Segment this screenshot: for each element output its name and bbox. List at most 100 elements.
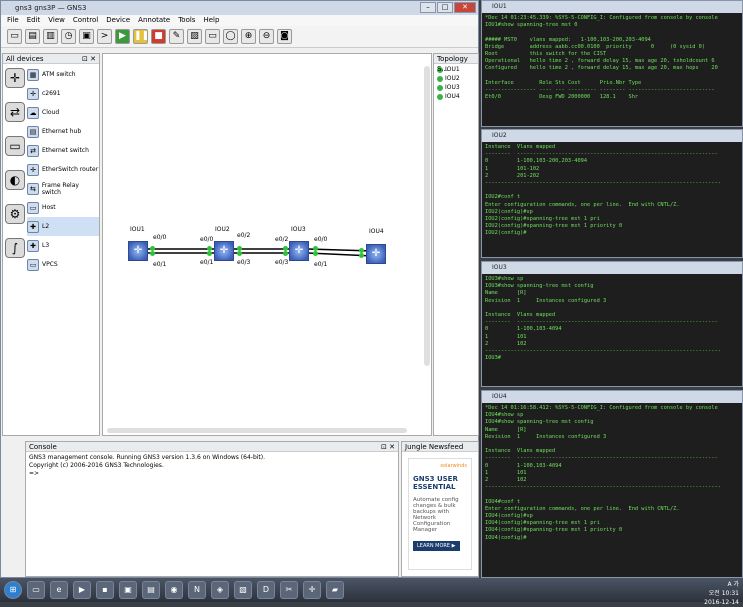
device-host[interactable]: ▭ Host [27, 198, 99, 217]
switches-category-icon[interactable]: ⇄ [5, 102, 25, 122]
vmware-icon[interactable]: ▧ [234, 581, 252, 599]
save-icon[interactable]: ▤ [25, 29, 40, 44]
maximize-button[interactable]: □ [437, 2, 453, 13]
panel-close-icon[interactable]: ⊡ ✕ [82, 54, 96, 64]
snip-icon[interactable]: ✂ [280, 581, 298, 599]
tray-lang[interactable]: A 가 [704, 580, 739, 589]
close-button[interactable]: ✕ [454, 2, 476, 13]
device-l2[interactable]: ✚ L2 [27, 217, 99, 236]
topology-summary-header: Topology S... [434, 54, 478, 73]
menu-tools[interactable]: Tools [178, 15, 195, 26]
node-iou2[interactable]: ✛ [214, 241, 234, 261]
devices-panel-header: All devices ⊡ ✕ [3, 54, 99, 64]
device-ethernet-switch[interactable]: ⇄ Ethernet switch [27, 141, 99, 160]
terminal-output[interactable]: *Dec 14 01:16:58.412: %SYS-5-CONFIG_I: C… [482, 403, 742, 577]
canvas-horizontal-scrollbar[interactable] [107, 428, 407, 433]
device-c2691[interactable]: ✛ c2691 [27, 84, 99, 103]
folder-icon[interactable]: ▤ [142, 581, 160, 599]
menu-annotate[interactable]: Annotate [138, 15, 170, 26]
end-devices-category-icon[interactable]: ▭ [5, 136, 25, 156]
onenote-icon[interactable]: N [188, 581, 206, 599]
device-frame-relay-switch[interactable]: ⇆ Frame Relay switch [27, 179, 99, 198]
app-icon[interactable]: ◈ [211, 581, 229, 599]
learn-more-button[interactable]: LEARN MORE ▶ [413, 541, 460, 551]
menu-view[interactable]: View [48, 15, 65, 26]
status-dot-icon [437, 93, 443, 100]
menu-device[interactable]: Device [106, 15, 130, 26]
camera-icon[interactable]: ◙ [277, 29, 292, 44]
device-etherswitch-router[interactable]: ✛ EtherSwitch router [27, 160, 99, 179]
chrome-icon[interactable]: ◉ [165, 581, 183, 599]
terminal-iou4[interactable]: IOU4 *Dec 14 01:16:58.412: %SYS-5-CONFIG… [481, 390, 743, 578]
menu-edit[interactable]: Edit [27, 15, 41, 26]
topology-canvas[interactable]: IOU1 IOU2 IOU3 IOU4 ✛ ✛ ✛ ✛ e0/0 e0/1 e0… [102, 53, 432, 436]
terminal-output[interactable]: IOU3#show sp IOU3#show spanning-tree mst… [482, 274, 742, 386]
atm-switch-icon: ▦ [27, 68, 39, 81]
tray-time[interactable]: 오전 10:31 [704, 589, 739, 598]
vm-icon[interactable]: ▣ [119, 581, 137, 599]
console-header: Console ⊡ ✕ [26, 442, 398, 452]
pause-icon[interactable]: ❚❚ [133, 29, 149, 44]
topology-item-iou3[interactable]: IOU3 [437, 84, 478, 91]
ellipse-icon[interactable]: ◯ [223, 29, 238, 44]
gns3-taskbar-icon[interactable]: ✛ [303, 581, 321, 599]
device-ethernet-hub[interactable]: ▤ Ethernet hub [27, 122, 99, 141]
link-status-dot [283, 251, 288, 256]
node-label-iou4: IOU4 [369, 228, 384, 235]
routers-category-icon[interactable]: ✛ [5, 68, 25, 88]
terminal-output[interactable]: Instance Vlans mapped -------- ---------… [482, 142, 742, 257]
zoom-in-icon[interactable]: ⊕ [241, 29, 256, 44]
clock-icon[interactable]: ◷ [61, 29, 76, 44]
device-atm-switch[interactable]: ▦ ATM switch [27, 65, 99, 84]
newsfeed-ad[interactable]: solarwinds GNS3 USER ESSENTIAL Automate … [408, 458, 472, 570]
console-close-icon[interactable]: ⊡ ✕ [381, 442, 395, 452]
link-category-icon[interactable]: ∫ [5, 238, 25, 258]
snapshot-icon[interactable]: ▣ [79, 29, 94, 44]
rectangle-icon[interactable]: ▭ [205, 29, 220, 44]
terminal-iou1[interactable]: IOU1 *Dec 14 01:23:45.339: %SYS-5-CONFIG… [481, 0, 743, 127]
terminal-output[interactable]: *Dec 14 01:23:45.339: %SYS-5-CONFIG_I: C… [482, 13, 742, 126]
terminal-iou2[interactable]: IOU2 Instance Vlans mapped -------- ----… [481, 129, 743, 258]
menu-help[interactable]: Help [203, 15, 219, 26]
terminal-app-icon[interactable]: ▪ [96, 581, 114, 599]
notes-icon[interactable]: D [257, 581, 275, 599]
topology-item-iou4[interactable]: IOU4 [437, 93, 478, 100]
start-button-icon[interactable]: ⊞ [4, 581, 22, 599]
device-cloud[interactable]: ☁ Cloud [27, 103, 99, 122]
media-icon[interactable]: ▶ [73, 581, 91, 599]
system-tray: A 가 오전 10:31 2016-12-14 [704, 580, 739, 607]
minimize-button[interactable]: – [420, 2, 436, 13]
open-folder-icon[interactable]: ▭ [7, 29, 22, 44]
note-icon[interactable]: ✎ [169, 29, 184, 44]
node-iou3[interactable]: ✛ [289, 241, 309, 261]
topology-item-iou2[interactable]: IOU2 [437, 75, 478, 82]
console-prompt[interactable]: => [29, 470, 395, 478]
import-icon[interactable]: ▥ [43, 29, 58, 44]
console-icon[interactable]: > [97, 29, 112, 44]
browser-icon[interactable]: e [50, 581, 68, 599]
explorer-icon[interactable]: ▭ [27, 581, 45, 599]
devices-panel-title: All devices [6, 55, 44, 63]
start-icon[interactable]: ▶ [115, 29, 130, 44]
device-l3[interactable]: ✚ L3 [27, 236, 99, 255]
menu-file[interactable]: File [7, 15, 19, 26]
taskbar: ⊞ ▭ e ▶ ▪ ▣ ▤ ◉ N ◈ ▧ D ✂ ✛ ▰ A 가 오전 10:… [0, 578, 743, 606]
node-iou4[interactable]: ✛ [366, 244, 386, 264]
terminal-iou3[interactable]: IOU3 IOU3#show sp IOU3#show spanning-tre… [481, 261, 743, 387]
ad-body: Automate config changes & bulk backups w… [413, 497, 459, 533]
console-panel[interactable]: Console ⊡ ✕ GNS3 management console. Runn… [25, 441, 399, 577]
image-icon[interactable]: ▨ [187, 29, 202, 44]
stop-icon[interactable]: ■ [151, 29, 166, 44]
device-vpcs[interactable]: ▭ VPCS [27, 255, 99, 274]
console-title: Console [29, 443, 57, 451]
zoom-out-icon[interactable]: ⊖ [259, 29, 274, 44]
security-category-icon[interactable]: ◐ [5, 170, 25, 190]
menu-control[interactable]: Control [73, 15, 98, 26]
putty-icon[interactable]: ▰ [326, 581, 344, 599]
node-iou1[interactable]: ✛ [128, 241, 148, 261]
hub-icon: ▤ [27, 125, 39, 138]
canvas-vertical-scrollbar[interactable] [424, 66, 430, 366]
ad-brand: solarwinds [440, 463, 467, 469]
all-devices-category-icon[interactable]: ⚙ [5, 204, 25, 224]
terminal-titlebar: IOU1 [482, 1, 742, 13]
